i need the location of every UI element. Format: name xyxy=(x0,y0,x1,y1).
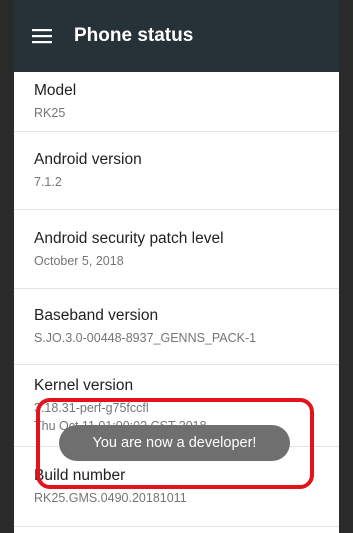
page-title: Phone status xyxy=(74,25,194,46)
item-title: Android security patch level xyxy=(34,229,224,247)
item-title: Model xyxy=(34,82,77,99)
list-item-model[interactable]: Model RK25 xyxy=(14,72,339,132)
item-value: October 5, 2018 xyxy=(34,253,124,268)
item-value: RK25.GMS.0490.20181011 xyxy=(34,491,187,505)
hamburger-menu-icon[interactable] xyxy=(14,0,70,72)
item-value: RK25 xyxy=(34,106,66,120)
item-value: S.JO.3.0-00448-8937_GENNS_PACK-1 xyxy=(34,331,257,345)
item-title: Kernel version xyxy=(34,377,134,394)
item-title: Baseband version xyxy=(34,307,159,324)
list-item-security-patch[interactable]: Android security patch level October 5, … xyxy=(14,210,339,289)
list-item-android-version[interactable]: Android version 7.1.2 xyxy=(14,132,339,210)
item-value: 7.1.2 xyxy=(34,175,62,189)
item-title: Android version xyxy=(34,151,142,168)
list-item-baseband-version[interactable]: Baseband version S.JO.3.0-00448-8937_GEN… xyxy=(14,289,339,365)
highlight-annotation xyxy=(36,398,314,489)
app-bar: Phone status xyxy=(14,0,339,72)
